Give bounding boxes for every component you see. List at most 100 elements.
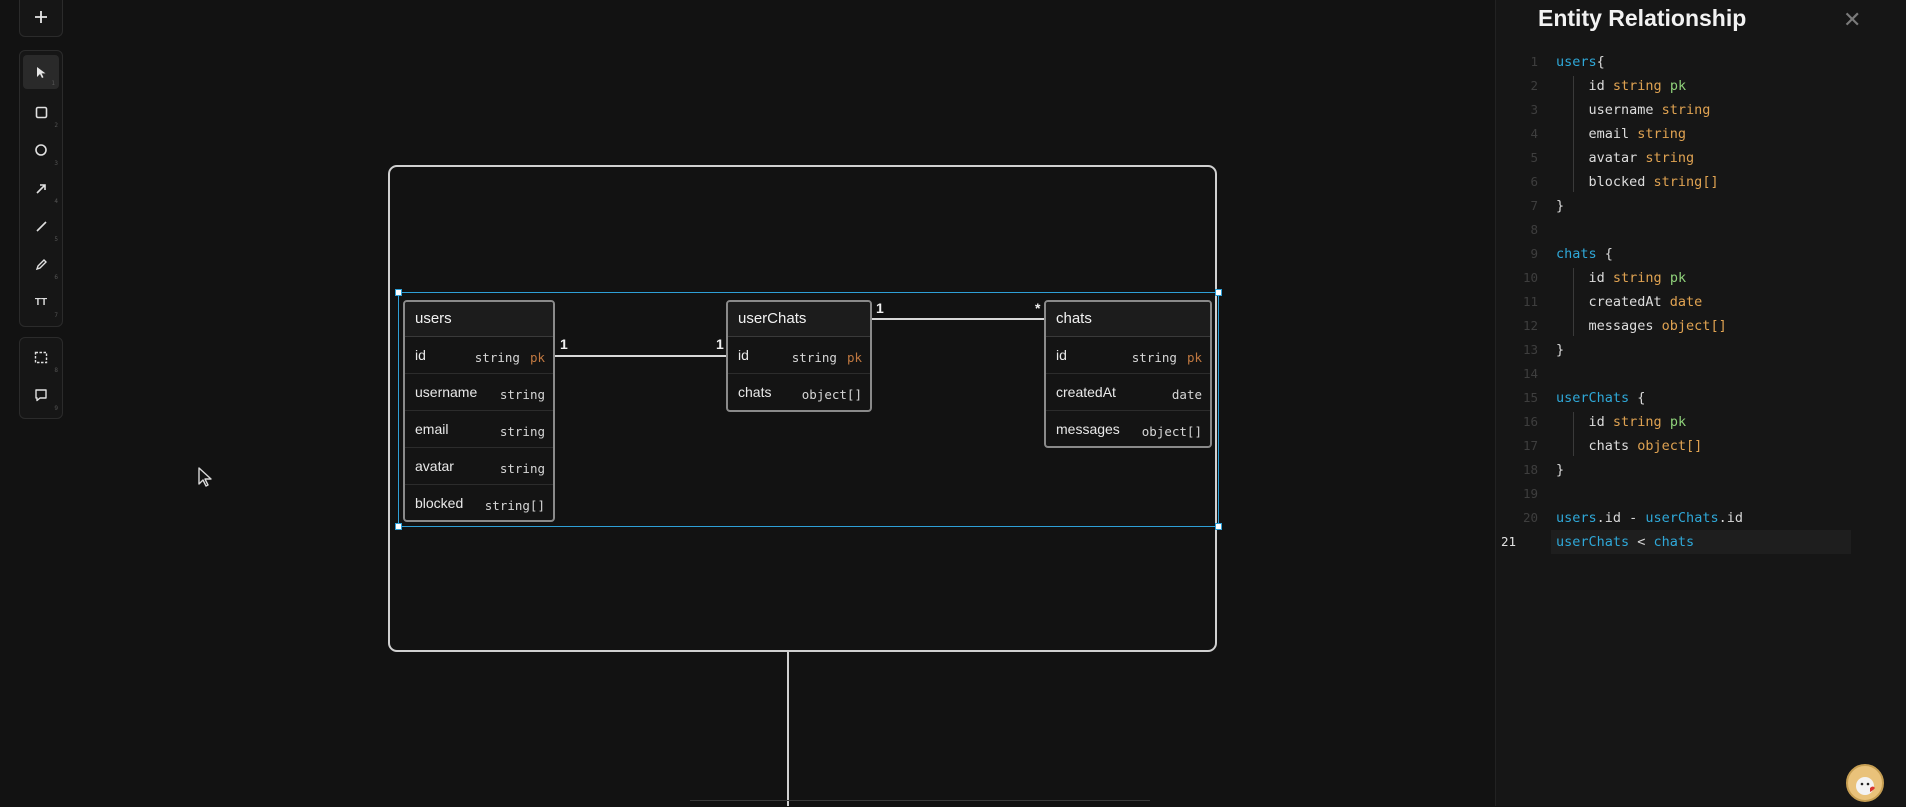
code-line[interactable]: 10 id string pk [1496, 266, 1906, 290]
connector-line[interactable] [787, 652, 789, 806]
entity-field[interactable]: id string pk [405, 337, 553, 374]
field-type: date [1171, 387, 1202, 402]
entity-field[interactable]: id string pk [728, 337, 870, 374]
resize-handle-top-left[interactable] [395, 289, 402, 296]
code-editor[interactable]: 1 users{2 id string pk 3 username string 4 … [1496, 50, 1906, 554]
line-number: 17 [1522, 438, 1538, 453]
line-number: 3 [1530, 102, 1538, 117]
code-line[interactable]: 4 email string [1496, 122, 1906, 146]
entity-field[interactable]: email string [405, 411, 553, 448]
code-line[interactable]: 21 userChats < chats [1501, 530, 1851, 554]
entity-field[interactable]: messages object[] [1046, 411, 1210, 446]
code-line[interactable]: 2 id string pk [1496, 74, 1906, 98]
code-text: username string [1556, 98, 1711, 122]
code-line[interactable]: 13} [1496, 338, 1906, 362]
comment-icon [35, 389, 47, 402]
avatar-illustration-icon [1856, 777, 1875, 795]
code-line[interactable]: 20 users.id - userChats.id [1496, 506, 1906, 530]
code-token: userChats [1645, 510, 1719, 526]
avatar[interactable] [1846, 764, 1884, 802]
relation-chats-cardinality: * [1035, 300, 1041, 316]
shortcut-key: 6 [54, 274, 58, 281]
entity-field[interactable]: username string [405, 374, 553, 411]
line-number: 19 [1522, 486, 1538, 501]
entity-field[interactable]: chats object[] [728, 374, 870, 410]
code-token: userChats [1556, 534, 1630, 550]
add-button[interactable] [20, 0, 62, 34]
panel-title: Entity Relationship [1538, 5, 1747, 31]
resize-handle-top-right[interactable] [1215, 289, 1222, 296]
pencil-tool-button[interactable]: 6 [20, 245, 62, 283]
entity-users[interactable]: users id string pk username string email … [403, 300, 555, 522]
relation-userchats-cardinality-right: 1 [876, 300, 884, 316]
entity-title: chats [1046, 302, 1210, 337]
shortcut-key: 3 [54, 160, 58, 167]
code-line[interactable]: 5 avatar string [1496, 146, 1906, 170]
entity-field[interactable]: blocked string[] [405, 485, 553, 520]
code-text: users.id - userChats.id [1556, 506, 1743, 530]
code-line[interactable]: 1 users{ [1496, 50, 1906, 74]
line-number: 16 [1522, 414, 1538, 429]
line-number: 9 [1530, 246, 1538, 261]
line-tool-button[interactable]: 5 [20, 207, 62, 245]
code-line[interactable]: 19 [1496, 482, 1906, 506]
code-text: userChats { [1556, 386, 1645, 410]
line-number: 8 [1530, 222, 1538, 237]
code-line[interactable]: 9 chats { [1496, 242, 1906, 266]
close-icon[interactable]: ✕ [1843, 8, 1861, 33]
rectangle-tool-button[interactable]: 2 [20, 93, 62, 131]
diagram-canvas[interactable]: 1 1 1 * users id string pk username strin… [0, 0, 1495, 806]
entity-field[interactable]: createdAt date [1046, 374, 1210, 411]
code-token: chats [1653, 534, 1695, 550]
code-line[interactable]: 17 chats object[] [1496, 434, 1906, 458]
code-line[interactable]: 8 [1496, 218, 1906, 242]
entity-field[interactable]: avatar string [405, 448, 553, 485]
resize-handle-bottom-left[interactable] [395, 523, 402, 530]
code-token: pk [1669, 270, 1687, 286]
code-line[interactable]: 12 messages object[] [1496, 314, 1906, 338]
entity-chats[interactable]: chats id string pk createdAt date message… [1044, 300, 1212, 448]
code-token: id [1556, 78, 1613, 94]
code-token: string [1612, 270, 1670, 286]
ellipse-tool-button[interactable]: 3 [20, 131, 62, 169]
code-token: string [1637, 126, 1687, 142]
code-line[interactable]: 7} [1496, 194, 1906, 218]
code-text: users{ [1556, 50, 1605, 74]
field-name: email [415, 421, 449, 437]
code-token: users [1556, 510, 1597, 526]
code-text: } [1556, 458, 1564, 482]
code-text: avatar string [1556, 146, 1695, 170]
code-token: userChats [1556, 390, 1638, 406]
code-token: { [1604, 246, 1613, 262]
field-type: string [499, 461, 545, 476]
resize-handle-bottom-right[interactable] [1215, 523, 1222, 530]
code-token: .id [1718, 510, 1743, 526]
text-tool-button[interactable]: TT 7 [20, 283, 62, 321]
code-line[interactable]: 18} [1496, 458, 1906, 482]
code-line[interactable]: 15 userChats { [1496, 386, 1906, 410]
line-number: 7 [1530, 198, 1538, 213]
frame-tool-button[interactable]: 8 [20, 338, 62, 376]
comment-tool-button[interactable]: 9 [20, 376, 62, 414]
code-line[interactable]: 11 createdAt date [1496, 290, 1906, 314]
relation-users-userchats-line[interactable] [554, 355, 727, 357]
arrow-tool-button[interactable]: 4 [20, 169, 62, 207]
code-token: chats [1556, 246, 1605, 262]
entity-userchats[interactable]: userChats id string pk chats object[] [726, 300, 872, 412]
select-tool-button[interactable]: 1 [23, 55, 59, 89]
code-text: id string pk [1556, 266, 1687, 290]
shortcut-key: 5 [54, 236, 58, 243]
line-number: 15 [1522, 390, 1538, 405]
relation-userchats-chats-line[interactable] [870, 318, 1045, 320]
code-line[interactable]: 14 [1496, 362, 1906, 386]
code-line[interactable]: 16 id string pk [1496, 410, 1906, 434]
line-number: 10 [1522, 270, 1538, 285]
indent-guide [1573, 268, 1574, 336]
entity-field[interactable]: id string pk [1046, 337, 1210, 374]
code-line[interactable]: 6 blocked string[] [1496, 170, 1906, 194]
code-line[interactable]: 3 username string [1496, 98, 1906, 122]
code-token: object[] [1637, 438, 1703, 454]
field-name: avatar [415, 458, 454, 474]
field-type: string [499, 424, 545, 439]
field-name: username [415, 384, 478, 400]
